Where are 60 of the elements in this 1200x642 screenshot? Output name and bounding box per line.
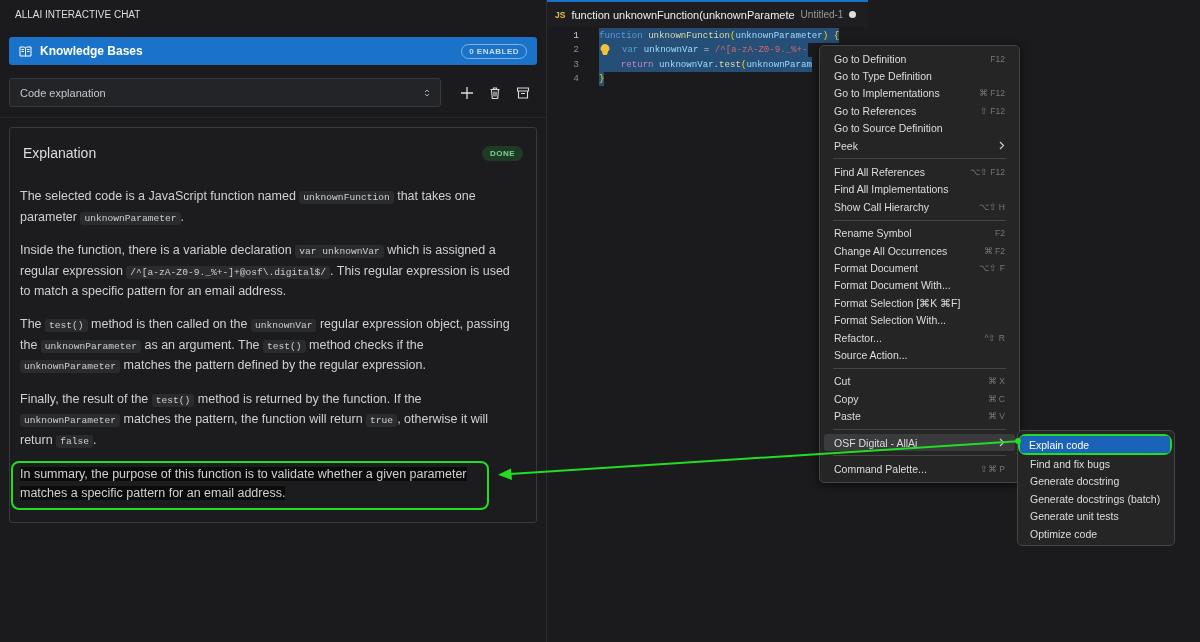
menu-item[interactable]: Format Document With... <box>824 276 1015 295</box>
menu-item[interactable]: Go to References ⇧ F12 <box>824 102 1015 120</box>
shortcut-label: ⌘ C <box>987 393 1005 404</box>
menu-item[interactable]: Format Document ⌥⇧ F <box>824 259 1015 277</box>
menu-item[interactable]: Format Selection With... <box>824 311 1015 329</box>
shortcut-label: ⇧⌘ P <box>979 463 1005 474</box>
shortcut-label: ⌘ F12 <box>979 88 1005 99</box>
submenu-item[interactable]: Explain code <box>1020 436 1170 454</box>
shortcut-label: ⌥⇧ H <box>978 201 1005 212</box>
menu-item[interactable]: Go to Implementations ⌘ F12 <box>824 84 1015 103</box>
submenu-item[interactable]: Find and fix bugs <box>1021 455 1171 473</box>
submenu-item[interactable]: Generate docstring <box>1021 472 1171 491</box>
explanation-paragraph: Inside the function, there is a variable declaration var unknownVar which is assigned a regular expression /^[a-zA-Z0-9._%+-]+@osf\.digital$/ . This regular expression is used to match a specific pattern for an email address. <box>20 242 511 301</box>
shortcut-label: ⌘ F2 <box>983 245 1005 256</box>
menu-item[interactable]: Peek <box>824 136 1015 155</box>
menu-item[interactable]: OSF Digital - AllAi <box>824 433 1015 452</box>
menu-item[interactable]: Cut ⌘ X <box>824 372 1015 391</box>
knowledge-bases-button[interactable]: Knowledge Bases 0 ENABLED <box>9 37 537 65</box>
menu-item[interactable]: Go to Definition F12 <box>824 50 1015 68</box>
menu-item[interactable]: Command Palette... ⇧⌘ P <box>824 460 1015 478</box>
explanation-paragraph: The test() method is then called on the unknownVar regular expression object, passing the unknownParameter as an argument. The test() method checks if the unknownParameter matches the pattern defined by the regular expression. <box>20 315 511 376</box>
card-title: Explanation <box>23 145 97 161</box>
menu-item[interactable]: Go to Type Definition <box>824 67 1015 85</box>
menu-item[interactable]: Find All Implementations <box>824 180 1015 199</box>
shortcut-label: ⌥⇧ F12 <box>970 167 1005 178</box>
explanation-paragraph: Finally, the result of the test() method is returned by the function. If the unknownParameter matches the pattern, the function will return true , otherwise it will return false . <box>20 390 490 450</box>
shortcut-label: ⌥⇧ F <box>979 263 1005 273</box>
js-file-icon: JS <box>555 9 566 20</box>
shortcut-label: F12 <box>990 53 1005 64</box>
line-number: 2 <box>572 44 579 56</box>
line-number: 3 <box>572 58 579 70</box>
menu-item[interactable]: Go to Source Definition <box>824 119 1015 137</box>
file-name: Untitled-1 <box>800 9 844 20</box>
menu-item[interactable]: Paste ⌘ V <box>824 407 1015 425</box>
submenu-item[interactable]: Generate docstrings (batch) <box>1021 490 1171 508</box>
shortcut-label: F2 <box>995 228 1005 239</box>
submenu-item[interactable]: Optimize code <box>1021 524 1171 543</box>
menu-item[interactable]: Format Selection [⌘K ⌘F] <box>824 294 1015 312</box>
menu-item[interactable]: Show Call Hierarchy ⌥⇧ H <box>824 198 1015 216</box>
shortcut-label: ⇧ F12 <box>980 105 1005 116</box>
line-number: 4 <box>572 73 579 85</box>
shortcut-label: ⌘ X <box>987 376 1005 387</box>
line-number: 1 <box>572 29 579 41</box>
menu-item[interactable]: Refactor... ^⇧ R <box>824 328 1015 347</box>
menu-item[interactable]: Rename Symbol F2 <box>824 224 1015 242</box>
tab-title: function unknownFunction(unknownParamete <box>571 8 795 21</box>
prompt-select[interactable]: Code explanation <box>9 78 441 107</box>
explanation-paragraph: The selected code is a JavaScript function named unknownFunction that takes one parameter unknownParameter . <box>20 188 477 227</box>
menu-item[interactable]: Copy ⌘ C <box>824 390 1015 408</box>
book-icon <box>19 45 32 57</box>
menu-item[interactable]: Source Action... <box>824 346 1015 364</box>
menu-item[interactable]: Find All References ⌥⇧ F12 <box>824 163 1015 181</box>
status-badge: DONE <box>481 145 523 161</box>
shortcut-label: ^⇧ R <box>984 332 1005 343</box>
explanation-paragraph: In summary, the purpose of this function is to validate whether a given parameter matches a specific pattern for an email address. <box>20 465 468 503</box>
chevron-updown-icon <box>424 87 430 98</box>
shortcut-label: ⌘ V <box>987 411 1005 422</box>
panel-title: ALLAI INTERACTIVE CHAT <box>14 8 142 22</box>
submenu-item[interactable]: Generate unit tests <box>1021 507 1171 525</box>
menu-item[interactable]: Change All Occurrences ⌘ F2 <box>824 241 1015 260</box>
